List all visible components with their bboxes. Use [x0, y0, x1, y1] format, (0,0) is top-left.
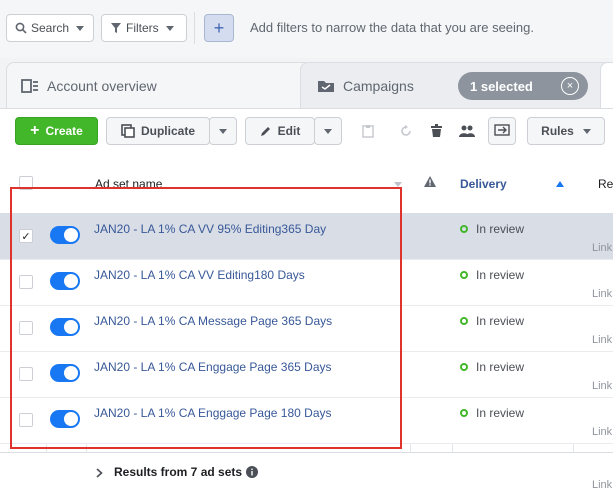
folder-icon: [318, 80, 334, 92]
status-dot-icon: [460, 409, 468, 417]
funnel-icon: [111, 23, 121, 33]
table-row[interactable]: JAN20 - LA 1% CA Enggage Page 180 Days I…: [0, 398, 613, 444]
add-filter-button[interactable]: +: [204, 14, 234, 42]
delivery-status: In review: [460, 268, 524, 282]
column-header-delivery[interactable]: Delivery: [460, 177, 507, 191]
table-row[interactable]: JAN20 - LA 1% CA Enggage Page 365 Days I…: [0, 352, 613, 398]
chevron-down-icon: [165, 25, 174, 31]
results-link[interactable]: Link: [592, 288, 612, 300]
chevron-down-icon: [582, 128, 591, 134]
audience-icon[interactable]: [453, 117, 481, 145]
row-checkbox[interactable]: [19, 275, 33, 289]
edit-dropdown-button[interactable]: [314, 117, 342, 145]
table-row[interactable]: JAN20 - LA 1% CA VV Editing180 Days In r…: [0, 260, 613, 306]
selected-count-badge[interactable]: 1 selected ×: [458, 72, 588, 100]
trash-icon[interactable]: [422, 117, 450, 145]
duplicate-button[interactable]: Duplicate: [106, 117, 210, 145]
delivery-label: In review: [476, 314, 525, 328]
table-row[interactable]: ✓ JAN20 - LA 1% CA VV 95% Editing365 Day…: [0, 214, 613, 260]
divider: [194, 12, 195, 44]
ad-set-toggle[interactable]: [50, 364, 80, 382]
clipboard-icon[interactable]: [354, 117, 382, 145]
chevron-down-icon: [76, 25, 85, 31]
row-checkbox[interactable]: [19, 321, 33, 335]
results-link[interactable]: Link: [592, 242, 612, 254]
pencil-icon: [260, 127, 270, 136]
tab-bar: Account overview Campaigns 1 selected ×: [0, 58, 613, 108]
filters-button[interactable]: Filters: [101, 14, 187, 42]
ad-set-name-link[interactable]: JAN20 - LA 1% CA Enggage Page 180 Days: [94, 406, 332, 420]
ad-set-toggle[interactable]: [50, 318, 80, 336]
results-link[interactable]: Link: [592, 380, 612, 392]
search-icon: [15, 22, 27, 34]
table-header: Ad set name Delivery Re: [0, 152, 613, 214]
tab-next-edge[interactable]: [600, 62, 613, 108]
column-header-results[interactable]: Re: [598, 177, 613, 191]
delivery-label: In review: [476, 406, 525, 420]
plus-icon: +: [30, 122, 40, 139]
table-row[interactable]: JAN20 - LA 1% CA Message Page 365 Days I…: [0, 306, 613, 352]
sort-icon[interactable]: [394, 182, 402, 187]
delivery-status: In review: [460, 314, 524, 328]
ad-set-name-link[interactable]: JAN20 - LA 1% CA VV Editing180 Days: [94, 268, 305, 282]
edit-label: Edit: [277, 124, 301, 138]
chevron-right-icon[interactable]: [96, 468, 103, 478]
ad-set-name-link[interactable]: JAN20 - LA 1% CA Enggage Page 365 Days: [94, 360, 332, 374]
create-label: Create: [45, 124, 83, 138]
delivery-status: In review: [460, 360, 524, 374]
filter-hint: Add filters to narrow the data that you …: [250, 20, 535, 35]
select-all-checkbox[interactable]: [19, 176, 33, 190]
status-dot-icon: [460, 363, 468, 371]
duplicate-dropdown-button[interactable]: [209, 117, 237, 145]
create-button[interactable]: + Create: [15, 117, 98, 145]
edit-button[interactable]: Edit: [245, 117, 315, 145]
delivery-label: In review: [476, 222, 525, 236]
rules-button[interactable]: Rules: [527, 117, 605, 145]
info-icon[interactable]: [246, 466, 258, 478]
selected-count-label: 1 selected: [470, 78, 533, 94]
table-footer: Results from 7 ad sets Link: [0, 452, 613, 494]
rules-label: Rules: [541, 124, 574, 138]
results-link[interactable]: Link: [592, 426, 612, 438]
ad-set-name-link[interactable]: JAN20 - LA 1% CA VV 95% Editing365 Day: [94, 222, 326, 236]
ad-set-toggle[interactable]: [50, 272, 80, 290]
chevron-down-icon: [324, 128, 332, 134]
results-link[interactable]: Link: [592, 479, 612, 491]
toolbar: + Create Duplicate Edit Rules: [0, 108, 613, 152]
ad-set-name-link[interactable]: JAN20 - LA 1% CA Message Page 365 Days: [94, 314, 332, 328]
delivery-status: In review: [460, 222, 524, 236]
undo-icon[interactable]: [392, 117, 420, 145]
preview-icon[interactable]: [488, 117, 516, 145]
ad-sets-table: Ad set name Delivery Re ✓ JAN20 - LA 1% …: [0, 152, 613, 494]
delivery-label: In review: [476, 360, 525, 374]
row-checkbox[interactable]: [19, 367, 33, 381]
results-summary: Results from 7 ad sets: [114, 465, 243, 479]
duplicate-icon: [121, 124, 135, 138]
tab-campaigns-label: Campaigns: [343, 77, 414, 94]
delivery-label: In review: [476, 268, 525, 282]
search-label: Search: [31, 21, 70, 35]
results-link[interactable]: Link: [592, 334, 612, 346]
duplicate-label: Duplicate: [140, 124, 195, 138]
status-dot-icon: [460, 271, 468, 279]
row-checkbox[interactable]: [19, 413, 33, 427]
sort-ascending-icon[interactable]: [556, 181, 564, 187]
chevron-down-icon: [219, 128, 227, 134]
ad-set-toggle[interactable]: [50, 226, 80, 244]
filters-label: Filters: [126, 21, 159, 35]
tab-account-label: Account overview: [47, 77, 157, 94]
status-dot-icon: [460, 317, 468, 325]
tab-account-overview[interactable]: Account overview: [6, 62, 312, 108]
account-overview-icon: [21, 78, 38, 93]
close-icon[interactable]: ×: [561, 77, 579, 95]
status-dot-icon: [460, 225, 468, 233]
warning-icon: [424, 176, 436, 187]
filter-bar: Search Filters + Add filters to narrow t…: [0, 0, 613, 58]
search-button[interactable]: Search: [6, 14, 94, 42]
column-header-name[interactable]: Ad set name: [95, 177, 162, 191]
ad-set-toggle[interactable]: [50, 410, 80, 428]
delivery-status: In review: [460, 406, 524, 420]
row-checkbox[interactable]: ✓: [19, 229, 33, 243]
